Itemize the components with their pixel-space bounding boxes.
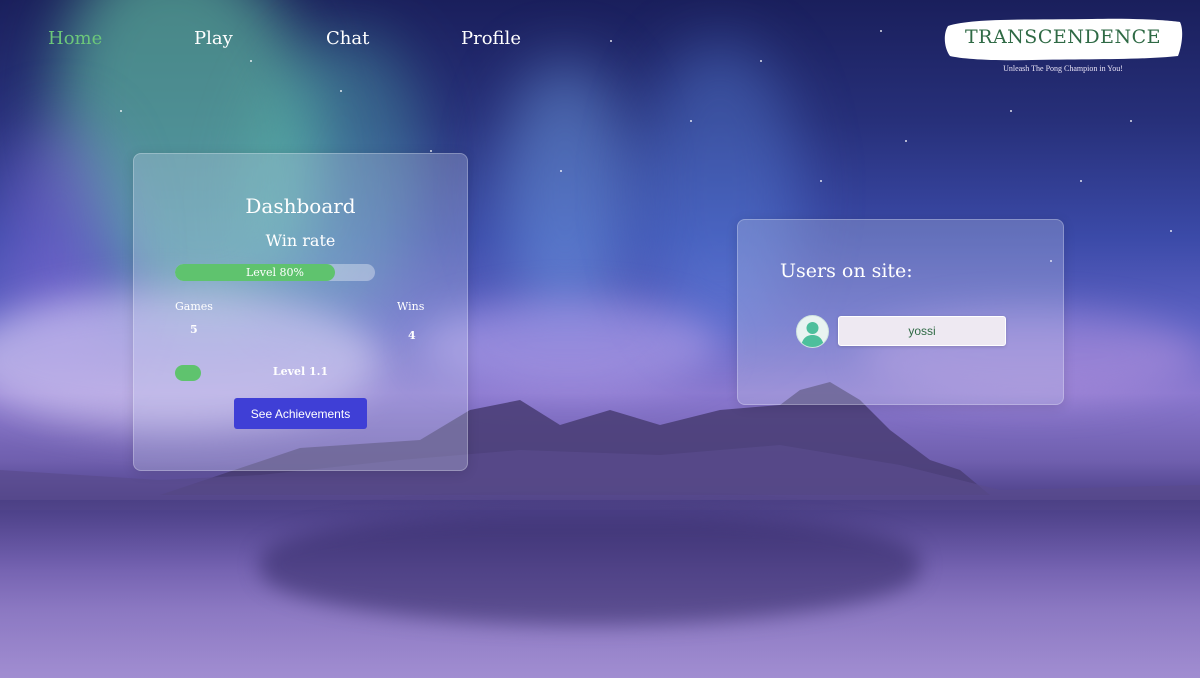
user-name-chip[interactable]: yossi — [838, 316, 1006, 346]
games-label: Games — [175, 300, 213, 313]
users-online-panel: Users on site: yossi — [737, 219, 1064, 405]
users-online-title: Users on site: — [780, 260, 913, 282]
wins-value: 4 — [408, 329, 416, 342]
wins-label: Wins — [397, 300, 425, 313]
see-achievements-button[interactable]: See Achievements — [234, 398, 367, 429]
nav-home-link[interactable]: Home — [48, 28, 102, 49]
brand-title: TRANSCENDENCE — [964, 26, 1161, 48]
dashboard-title: Dashboard — [245, 194, 356, 218]
brand-logo[interactable]: TRANSCENDENCE — [942, 16, 1184, 62]
win-rate-progress-bar: Level 80% — [175, 264, 375, 281]
dashboard-panel: Dashboard Win rate Level 80% Games 5 Win… — [133, 153, 468, 471]
win-rate-progress-label: Level 80% — [245, 266, 304, 279]
user-avatar-icon[interactable] — [796, 315, 829, 348]
level-label: Level 1.1 — [272, 365, 329, 378]
nav-profile-link[interactable]: Profile — [461, 28, 521, 49]
brand-tagline: Unleash The Pong Champion in You! — [1003, 64, 1123, 73]
nav-chat-link[interactable]: Chat — [326, 28, 369, 49]
games-value: 5 — [190, 323, 198, 336]
win-rate-title: Win rate — [265, 231, 336, 250]
nav-play-link[interactable]: Play — [194, 28, 233, 49]
